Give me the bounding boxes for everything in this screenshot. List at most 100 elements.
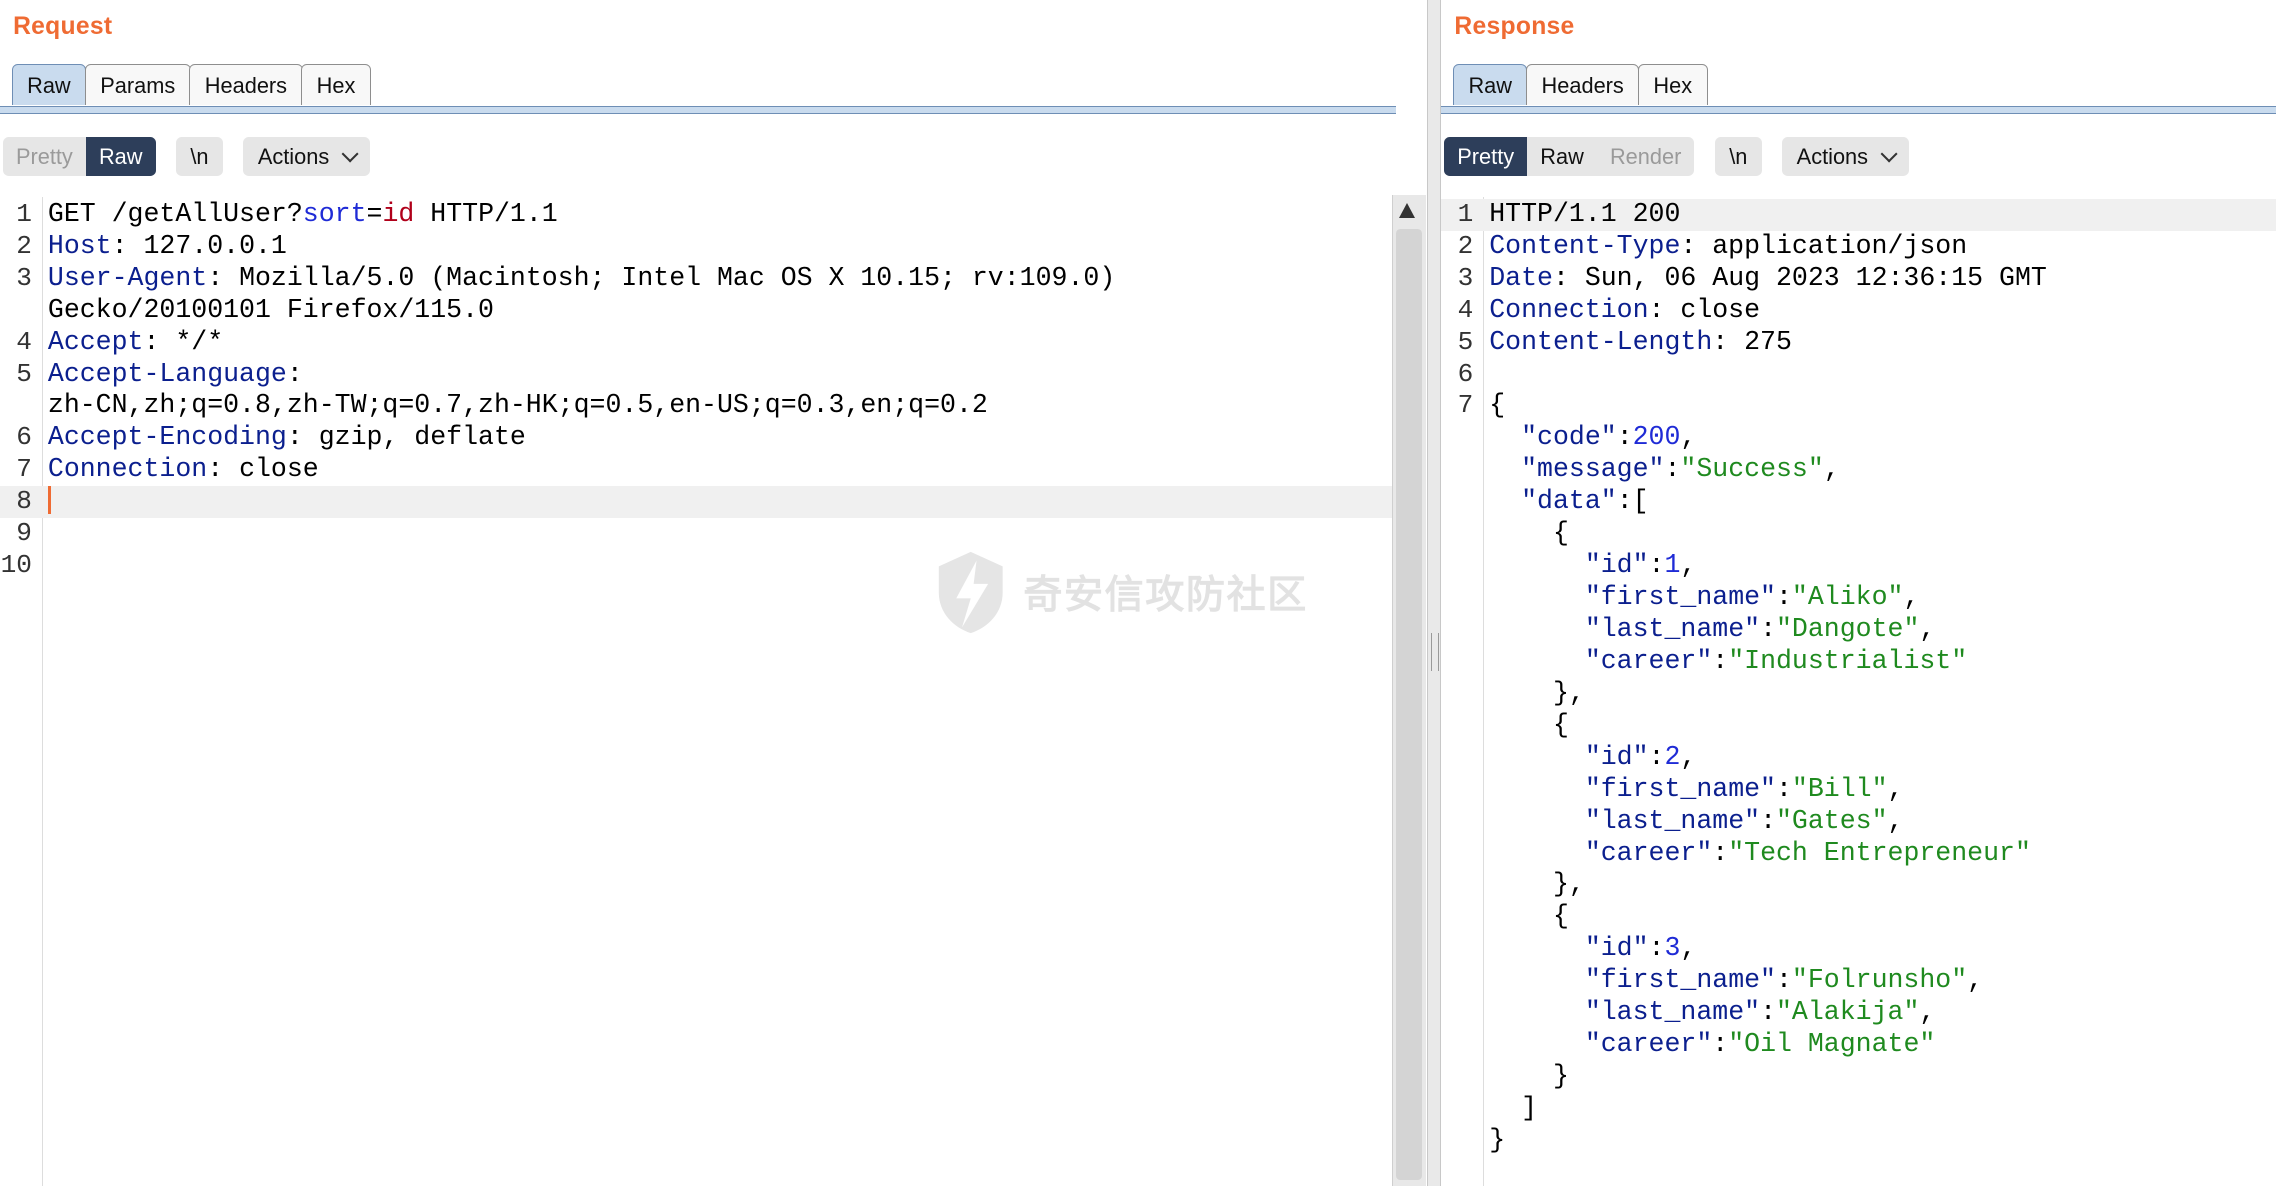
response-tab-hex[interactable]: Hex — [1637, 63, 1708, 105]
response-code-line[interactable]: "first_name":"Folrunsho", — [1441, 965, 2276, 997]
request-scrollbar[interactable] — [1391, 194, 1427, 1186]
request-code-line[interactable]: 8 — [0, 486, 1397, 519]
response-actions-button[interactable]: Actions — [1782, 137, 1910, 177]
code-token: Host — [47, 230, 112, 261]
response-code-line[interactable]: "message":"Success", — [1441, 454, 2276, 486]
code-token: "Gates" — [1776, 805, 1888, 836]
request-code-line[interactable]: Gecko/20100101 Firefox/115.0 — [0, 295, 1396, 327]
request-code-line[interactable]: 7 Connection: close — [0, 454, 1396, 486]
request-code-line[interactable]: 4 Accept: */* — [0, 327, 1396, 359]
response-code-line[interactable]: }, — [1441, 678, 2276, 710]
response-pane: Response Raw Headers Hex Pretty Raw Rend… — [1441, 0, 2276, 1186]
response-code-line[interactable]: "code":200, — [1441, 422, 2276, 454]
response-code-line[interactable]: 1 HTTP/1.1 200 — [1441, 198, 2276, 231]
request-pretty-button[interactable]: Pretty — [3, 137, 86, 176]
response-code-line[interactable]: "data":[ — [1441, 486, 2276, 518]
response-tab-headers[interactable]: Headers — [1526, 63, 1640, 105]
response-code-line[interactable]: { — [1441, 710, 2276, 742]
response-code-line[interactable]: "last_name":"Gates", — [1441, 806, 2276, 838]
code-text: "last_name":"Dangote", — [1489, 614, 1936, 646]
response-code-line[interactable]: "first_name":"Aliko", — [1441, 582, 2276, 614]
code-token: , — [1680, 422, 1697, 453]
code-token: , — [1680, 550, 1697, 581]
response-code-line[interactable]: 4 Connection: close — [1441, 295, 2276, 327]
code-token: : — [1664, 454, 1681, 485]
line-number: 9 — [16, 518, 32, 549]
response-code-line[interactable]: "id":3, — [1441, 933, 2276, 965]
code-token: Gecko/20100101 Firefox/115.0 — [47, 294, 494, 325]
response-code-line[interactable]: "last_name":"Alakija", — [1441, 997, 2276, 1029]
request-tab-raw[interactable]: Raw — [11, 63, 87, 105]
code-token: "last_name" — [1584, 805, 1761, 836]
request-title: Request — [13, 13, 113, 41]
line-number: 3 — [16, 262, 32, 293]
response-code-line[interactable]: { — [1441, 901, 2276, 933]
response-render-button[interactable]: Render — [1597, 137, 1695, 176]
code-token: 1 — [1664, 550, 1681, 581]
code-token: , — [1823, 454, 1840, 485]
code-text: "career":"Oil Magnate" — [1489, 1029, 1936, 1061]
request-code-line[interactable]: 3 User-Agent: Mozilla/5.0 (Macintosh; Int… — [0, 263, 1396, 295]
code-token: : gzip, deflate — [286, 422, 526, 453]
code-token: User-Agent — [47, 262, 208, 293]
response-pretty-button[interactable]: Pretty — [1444, 137, 1528, 177]
code-token: : Sun, 06 Aug 2023 12:36:15 GMT — [1552, 262, 2047, 293]
response-code-line[interactable]: "career":"Oil Magnate" — [1441, 1029, 2276, 1061]
response-code-line[interactable]: 7{ — [1441, 390, 2276, 422]
response-editor[interactable]: 1 HTTP/1.1 200 2 Content-Type: application/… — [1441, 197, 2276, 1186]
code-token: { — [1489, 709, 1569, 740]
response-code-line[interactable]: 2 Content-Type: application/json — [1441, 231, 2276, 263]
request-tab-params[interactable]: Params — [84, 63, 191, 105]
request-raw-button[interactable]: Raw — [85, 137, 156, 177]
code-token: : close — [207, 454, 319, 485]
response-code-line[interactable]: }, — [1441, 869, 2276, 901]
request-editor[interactable]: 1 GET /getAllUser?sort=id HTTP/1.1 2 Host: … — [0, 197, 1397, 1186]
response-code-line[interactable]: } — [1441, 1125, 2276, 1157]
response-code-line[interactable]: "career":"Tech Entrepreneur" — [1441, 838, 2276, 870]
response-newline-button[interactable]: \n — [1714, 137, 1762, 177]
response-code-line[interactable]: "first_name":"Bill", — [1441, 774, 2276, 806]
code-text: { — [1489, 518, 1569, 550]
code-token: "first_name" — [1584, 582, 1776, 613]
response-raw-button[interactable]: Raw — [1527, 137, 1597, 176]
response-code-line[interactable]: } — [1441, 1061, 2276, 1093]
request-tab-headers[interactable]: Headers — [189, 63, 303, 105]
code-token: "Aliko" — [1791, 582, 1904, 613]
divider-grip-icon[interactable] — [1430, 632, 1439, 671]
response-title: Response — [1454, 13, 1575, 41]
request-code-line[interactable]: 9 — [0, 518, 1396, 550]
request-actions-button[interactable]: Actions — [243, 137, 371, 177]
request-code-line[interactable]: 2 Host: 127.0.0.1 — [0, 231, 1396, 263]
request-newline-button[interactable]: \n — [175, 137, 224, 177]
response-code-line[interactable]: "id":2, — [1441, 742, 2276, 774]
request-scroll-thumb[interactable] — [1395, 229, 1422, 1181]
code-token: Accept-Language — [47, 358, 287, 389]
code-text: Date: Sun, 06 Aug 2023 12:36:15 GMT — [1489, 263, 2047, 295]
response-code-line[interactable]: ] — [1441, 1093, 2276, 1125]
response-code-line[interactable]: "last_name":"Dangote", — [1441, 614, 2276, 646]
request-code-line[interactable]: 5 Accept-Language: — [0, 359, 1396, 391]
response-code-line[interactable]: 6 — [1441, 359, 2276, 391]
request-code-line[interactable]: 6 Accept-Encoding: gzip, deflate — [0, 422, 1396, 454]
response-code-line[interactable]: "career":"Industrialist" — [1441, 646, 2276, 678]
code-token: : application/json — [1680, 230, 1968, 261]
request-code-line[interactable]: zh-CN,zh;q=0.8,zh-TW;q=0.7,zh-HK;q=0.5,e… — [0, 390, 1396, 422]
code-text: "data":[ — [1489, 486, 1648, 518]
response-code-line[interactable]: "id":1, — [1441, 550, 2276, 582]
scroll-up-arrow-icon[interactable] — [1398, 202, 1415, 219]
response-code-line[interactable]: 3 Date: Sun, 06 Aug 2023 12:36:15 GMT — [1441, 263, 2276, 295]
response-code-line[interactable]: { — [1441, 518, 2276, 550]
pane-divider[interactable] — [1426, 0, 1442, 1186]
request-tab-hex[interactable]: Hex — [301, 63, 371, 105]
code-token: , — [1967, 965, 1984, 996]
response-code-line[interactable]: 5 Content-Length: 275 — [1441, 327, 2276, 359]
code-text: "first_name":"Bill", — [1489, 773, 1904, 806]
code-token: "Bill" — [1791, 773, 1888, 804]
request-code-line[interactable]: 1 GET /getAllUser?sort=id HTTP/1.1 — [0, 199, 1396, 231]
response-tab-raw[interactable]: Raw — [1452, 63, 1528, 105]
code-token: "id" — [1584, 741, 1649, 772]
chevron-down-icon — [341, 145, 359, 163]
